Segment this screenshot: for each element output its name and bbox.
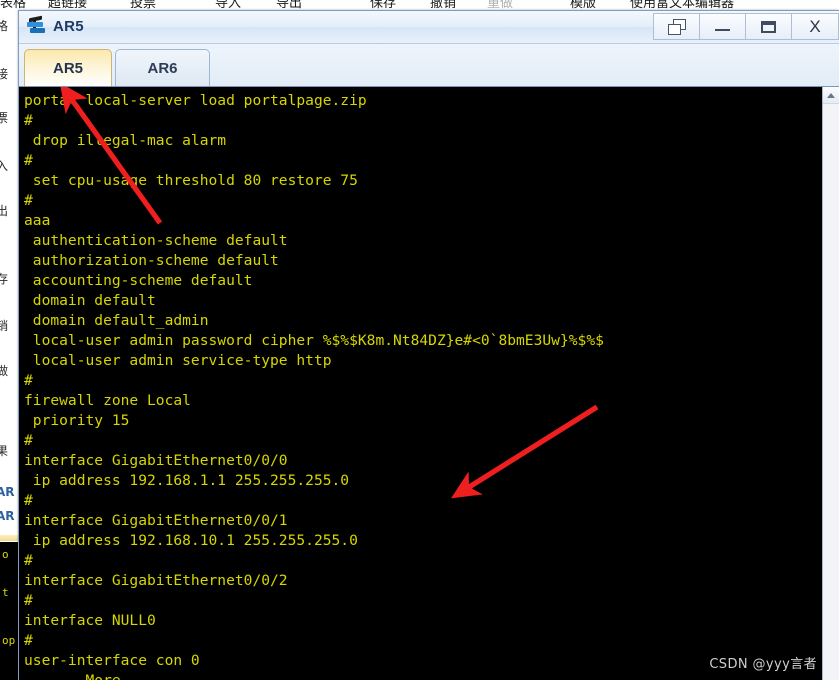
- tab-ar6-label: AR6: [147, 59, 178, 77]
- terminal-line: domain default_admin: [24, 312, 209, 329]
- terminal-line: #: [24, 152, 33, 169]
- terminal-line: local-user admin password cipher %$%$K8m…: [24, 332, 604, 349]
- terminal-line: drop illegal-mac alarm: [24, 132, 227, 149]
- window-title: AR5: [53, 17, 84, 35]
- terminal-line: interface NULL0: [24, 612, 156, 629]
- background-text-fragment: 存: [0, 272, 9, 286]
- terminal-line: set cpu-usage threshold 80 restore 75: [24, 172, 358, 189]
- maximize-button[interactable]: [745, 13, 791, 40]
- background-text-fragment: 入: [0, 159, 9, 173]
- restore-icon: [667, 18, 686, 35]
- tab-ar5-label: AR5: [52, 59, 83, 77]
- window-titlebar[interactable]: AR5 X: [19, 11, 839, 44]
- terminal-line: aaa: [24, 212, 51, 229]
- terminal-line: interface GigabitEthernet0/0/0: [24, 452, 288, 469]
- csdn-watermark: CSDN @yyy言者: [709, 657, 817, 672]
- tab-ar6[interactable]: AR6: [115, 49, 210, 86]
- terminal-line: portal local-server load portalpage.zip: [24, 92, 367, 109]
- terminal-line: interface GigabitEthernet0/0/1: [24, 512, 288, 529]
- screenshot-root: 表格 超链接 投票 导入 导出 保存 撤销 重做 模版 使用富文本编辑器 o t op 格接票入出…: [0, 0, 839, 680]
- background-text-fragment: 销: [0, 319, 9, 333]
- background-text-fragment: AR: [0, 485, 15, 499]
- terminal-line: #: [24, 632, 33, 649]
- tab-ar5[interactable]: AR5: [24, 49, 112, 86]
- terminal-line: user-interface con 0: [24, 652, 200, 669]
- bg-console-line-2: op: [2, 634, 16, 647]
- bg-console-line-1: t: [2, 586, 9, 599]
- terminal-scrollbar[interactable]: [822, 87, 839, 680]
- terminal-line: firewall zone Local: [24, 392, 191, 409]
- close-button[interactable]: X: [791, 13, 839, 40]
- background-text-fragment: 格: [0, 19, 9, 33]
- ar5-console-window: AR5 X AR5 AR6 portal local-server load p…: [18, 10, 839, 680]
- terminal-line: interface GigabitEthernet0/0/2: [24, 572, 288, 589]
- background-left-strip: o t op 格接票入出存销做果 AR AR: [0, 17, 20, 680]
- terminal-line: ip address 192.168.10.1 255.255.255.0: [24, 532, 358, 549]
- window-controls: X: [649, 13, 839, 42]
- titlebar-left-group: AR5: [27, 15, 84, 36]
- terminal-line: #: [24, 372, 33, 389]
- terminal-line: #: [24, 492, 33, 509]
- minimize-button[interactable]: [699, 13, 745, 40]
- terminal-line: ip address 192.168.1.1 255.255.255.0: [24, 472, 350, 489]
- router-icon: [27, 15, 47, 36]
- background-text-fragment: AR: [0, 509, 15, 523]
- bg-console-line-0: o: [2, 548, 9, 561]
- terminal-line: ---- More ----: [24, 671, 822, 680]
- terminal-output[interactable]: portal local-server load portalpage.zip #…: [19, 87, 822, 680]
- terminal-line: domain default: [24, 292, 156, 309]
- terminal-line: #: [24, 592, 33, 609]
- terminal-line: #: [24, 192, 33, 209]
- background-text-fragment: 接: [0, 67, 9, 81]
- scrollbar-track[interactable]: [823, 104, 839, 680]
- terminal-line: accounting-scheme default: [24, 272, 253, 289]
- terminal-line: authorization-scheme default: [24, 252, 279, 269]
- device-tabbar: AR5 AR6: [19, 44, 839, 86]
- background-text-fragment: 票: [0, 111, 9, 125]
- minimize-icon: [715, 22, 730, 31]
- background-text-fragment: 果: [0, 444, 9, 458]
- maximize-icon: [761, 20, 776, 33]
- background-tabstrip: [0, 535, 20, 541]
- terminal-line: #: [24, 552, 33, 569]
- background-console-fragment: o t op: [0, 542, 20, 680]
- terminal-line: local-user admin service-type http: [24, 352, 332, 369]
- close-icon: X: [809, 17, 821, 36]
- terminal-line: #: [24, 432, 33, 449]
- background-text-fragment: 出: [0, 204, 9, 218]
- terminal-line: authentication-scheme default: [24, 232, 288, 249]
- terminal-line: #: [24, 112, 33, 129]
- background-text-fragment: 做: [0, 364, 9, 378]
- restore-button[interactable]: [653, 13, 699, 40]
- terminal-line: priority 15: [24, 412, 130, 429]
- scroll-up-icon[interactable]: [823, 87, 839, 104]
- terminal-area: portal local-server load portalpage.zip #…: [19, 86, 839, 680]
